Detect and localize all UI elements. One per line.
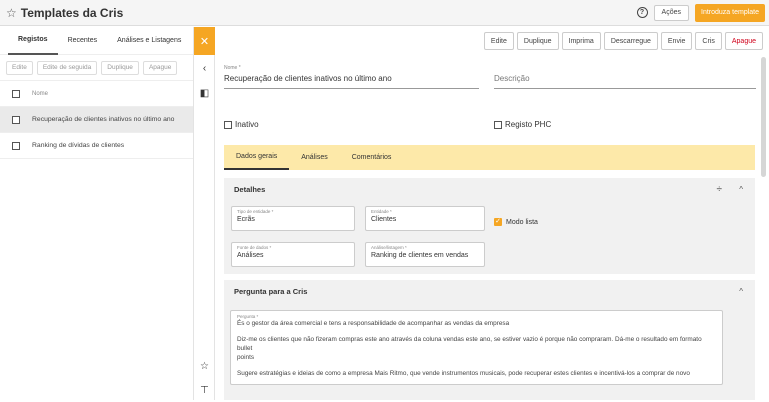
analysis-field[interactable]: Análise/listagem * Ranking de clientes e… xyxy=(365,242,485,267)
list-item[interactable]: Recuperação de clientes inativos no últi… xyxy=(0,107,193,133)
close-panel-button[interactable]: ✕ xyxy=(194,27,215,55)
question-title: Pergunta para a Cris xyxy=(234,286,308,296)
record-tabs: Dados gerais Análises Comentários xyxy=(224,145,755,170)
registo-phc-label: Registo PHC xyxy=(505,120,552,129)
edit-button[interactable]: Edite xyxy=(483,32,514,50)
tab-comentarios[interactable]: Comentários xyxy=(340,145,404,170)
send-button[interactable]: Envie xyxy=(660,32,693,50)
sidebar-toggle-icon[interactable]: ◧ xyxy=(194,88,215,99)
data-source-label: Fonte de dados * xyxy=(237,245,272,250)
side-tool-bar: ‹ ◧ ☆ ⊤ xyxy=(194,55,215,400)
expand-collapse-icon[interactable]: ÷ xyxy=(717,184,723,195)
question-textarea[interactable]: Pergunta * És o gestor da área comercial… xyxy=(230,310,723,385)
chevron-up-icon[interactable]: ^ xyxy=(739,185,743,194)
left-tabs: Registos Recentes Análises e Listagens xyxy=(0,27,193,55)
entity-label: Entidade * xyxy=(371,209,392,214)
details-section-header[interactable]: Detalhes ÷ ^ xyxy=(224,178,755,200)
star-icon[interactable]: ☆ xyxy=(194,361,215,372)
list-item-label: Recuperação de clientes inativos no últi… xyxy=(32,116,175,123)
question-section-header[interactable]: Pergunta para a Cris ^ xyxy=(224,280,755,302)
details-title: Detalhes xyxy=(234,184,266,194)
select-all-checkbox[interactable] xyxy=(12,89,20,98)
chevron-up-icon[interactable]: ^ xyxy=(739,287,743,296)
analysis-label: Análise/listagem * xyxy=(371,245,407,250)
list-item[interactable]: Ranking de dívidas de clientes xyxy=(0,133,193,159)
name-value: Recuperação de clientes inativos no últi… xyxy=(224,74,392,83)
entity-type-value: Ecrãs xyxy=(237,216,255,223)
close-icon: ✕ xyxy=(199,35,210,48)
description-field[interactable]: Descrição xyxy=(494,65,756,89)
delete-button[interactable]: Apague xyxy=(724,32,763,50)
help-icon[interactable]: ? xyxy=(636,7,648,18)
tab-recentes[interactable]: Recentes xyxy=(58,27,108,55)
edit-next-button[interactable]: Edite de seguida xyxy=(36,60,98,75)
registo-phc-checkbox[interactable]: Registo PHC xyxy=(494,120,551,129)
checkbox-box[interactable] xyxy=(224,120,232,129)
duplicate-button[interactable]: Duplique xyxy=(516,32,559,50)
top-bar: ☆ Templates da Cris ? Ações Introduza te… xyxy=(0,0,769,26)
tab-registos[interactable]: Registos xyxy=(8,27,58,55)
description-placeholder: Descrição xyxy=(494,74,530,83)
cris-button[interactable]: Cris xyxy=(695,32,722,50)
question-paragraph: points xyxy=(237,354,255,361)
data-source-field[interactable]: Fonte de dados * Análises xyxy=(231,242,355,267)
entity-field[interactable]: Entidade * Clientes xyxy=(365,206,485,231)
duplicate-button[interactable]: Duplique xyxy=(101,60,139,75)
actions-button[interactable]: Ações xyxy=(653,4,690,21)
row-checkbox[interactable] xyxy=(12,115,20,124)
tab-dados-gerais[interactable]: Dados gerais xyxy=(224,145,290,170)
check-icon[interactable]: ✓ xyxy=(494,218,502,226)
row-checkbox[interactable] xyxy=(12,141,20,150)
modo-lista-checkbox[interactable]: ✓ Modo lista xyxy=(494,218,538,226)
entity-type-label: Tipo de entidade * xyxy=(237,209,274,214)
analysis-value: Ranking de clientes em vendas xyxy=(371,252,469,259)
print-button[interactable]: Imprima xyxy=(561,32,601,50)
download-button[interactable]: Descarregue xyxy=(603,32,658,50)
entity-type-field[interactable]: Tipo de entidade * Ecrãs xyxy=(231,206,355,231)
question-paragraph: Diz-me os clientes que não fizeram compr… xyxy=(237,336,702,352)
header-actions: ? Ações Introduza template xyxy=(636,3,765,22)
data-source-value: Análises xyxy=(237,252,264,259)
scrollbar[interactable] xyxy=(761,57,766,177)
left-panel: Registos Recentes Análises e Listagens E… xyxy=(0,27,194,400)
name-field[interactable]: Nome * Recuperação de clientes inativos … xyxy=(224,65,479,89)
introduce-template-button[interactable]: Introduza template xyxy=(695,3,765,22)
entity-value: Clientes xyxy=(371,216,397,223)
delete-button[interactable]: Apague xyxy=(142,60,178,75)
tab-analises-listagens[interactable]: Análises e Listagens xyxy=(107,27,191,55)
tab-analises[interactable]: Análises xyxy=(289,145,339,170)
scroll-top-icon[interactable]: ⊤ xyxy=(194,385,215,396)
inativo-checkbox[interactable]: Inativo xyxy=(224,120,259,129)
modo-lista-label: Modo lista xyxy=(506,218,538,226)
list-header: Nome xyxy=(0,81,193,107)
column-header-name: Nome xyxy=(32,90,49,97)
inativo-label: Inativo xyxy=(235,120,259,129)
question-paragraph: Sugere estratégias e ideias de como a em… xyxy=(237,370,690,377)
list-item-label: Ranking de dívidas de clientes xyxy=(32,142,125,149)
edit-button[interactable]: Edite xyxy=(6,60,33,75)
main-toolbar: Edite Duplique Imprima Descarregue Envie… xyxy=(216,27,769,55)
checkbox-box[interactable] xyxy=(494,120,502,129)
star-icon[interactable]: ☆ xyxy=(6,6,17,20)
left-toolbar: Edite Edite de seguida Duplique Apague xyxy=(0,55,193,81)
question-paragraph: És o gestor da área comercial e tens a r… xyxy=(237,320,510,327)
chevron-left-icon[interactable]: ‹ xyxy=(194,63,215,74)
page-title: Templates da Cris xyxy=(20,5,124,20)
